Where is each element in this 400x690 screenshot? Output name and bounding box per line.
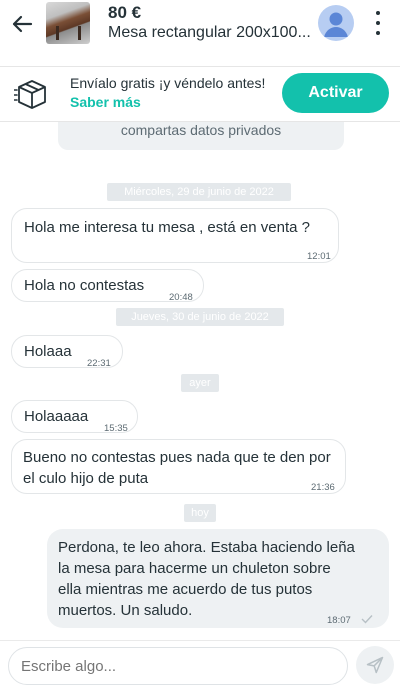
date-separator: Miércoles, 29 de junio de 2022 <box>107 183 291 201</box>
promo-message: Envíalo gratis ¡y véndelo antes! <box>70 75 266 91</box>
message-received: Bueno no contestas pues nada que te den … <box>11 439 346 494</box>
message-received: Hola no contestas 20:48 <box>11 269 204 303</box>
product-price: 80 € <box>108 3 142 22</box>
message-time: 12:01 <box>307 251 331 262</box>
privacy-notice: compartas datos privados <box>58 122 344 150</box>
message-text: Bueno no contestas pues nada que te den … <box>23 449 331 487</box>
message-received: Holaaaaa 15:35 <box>11 400 138 434</box>
message-composer <box>0 640 400 690</box>
date-separator: ayer <box>181 374 219 392</box>
check-icon <box>361 609 373 630</box>
message-text: Holaaaaa <box>24 408 89 425</box>
chat-messages[interactable]: compartas datos privados Miércoles, 29 d… <box>0 122 400 640</box>
message-time: 18:07 <box>327 615 351 626</box>
package-box-icon <box>13 78 50 110</box>
product-title[interactable]: Mesa rectangular 200x100... <box>108 24 313 42</box>
chat-header: 80 € Mesa rectangular 200x100... <box>0 0 400 66</box>
message-time: 22:31 <box>87 358 111 369</box>
arrow-left-icon[interactable] <box>8 10 36 38</box>
message-sent: Perdona, te leo ahora. Estaba haciendo l… <box>47 529 389 628</box>
promo-text: Envíalo gratis ¡y véndelo antes! Saber m… <box>70 74 270 112</box>
message-time: 15:35 <box>104 423 128 434</box>
date-separator: hoy <box>184 504 216 522</box>
message-text: Hola me interesa tu mesa , está en venta… <box>24 219 310 236</box>
activate-button[interactable]: Activar <box>282 73 389 113</box>
date-separator: Jueves, 30 de junio de 2022 <box>116 308 284 326</box>
message-input[interactable] <box>8 647 348 685</box>
product-thumbnail[interactable] <box>46 2 90 44</box>
learn-more-link[interactable]: Saber más <box>70 94 141 110</box>
avatar[interactable] <box>318 5 354 41</box>
more-vertical-icon[interactable] <box>368 8 388 38</box>
message-time: 21:36 <box>311 482 335 493</box>
send-icon[interactable] <box>356 646 394 684</box>
message-time: 20:48 <box>169 292 193 303</box>
message-text: Holaaa <box>24 343 72 360</box>
message-text: Perdona, te leo ahora. Estaba haciendo l… <box>58 539 355 619</box>
message-text: Hola no contestas <box>24 277 145 294</box>
message-received: Holaaa 22:31 <box>11 335 123 369</box>
shipping-promo-banner: Envíalo gratis ¡y véndelo antes! Saber m… <box>0 66 400 122</box>
message-received: Hola me interesa tu mesa , está en venta… <box>11 208 339 263</box>
